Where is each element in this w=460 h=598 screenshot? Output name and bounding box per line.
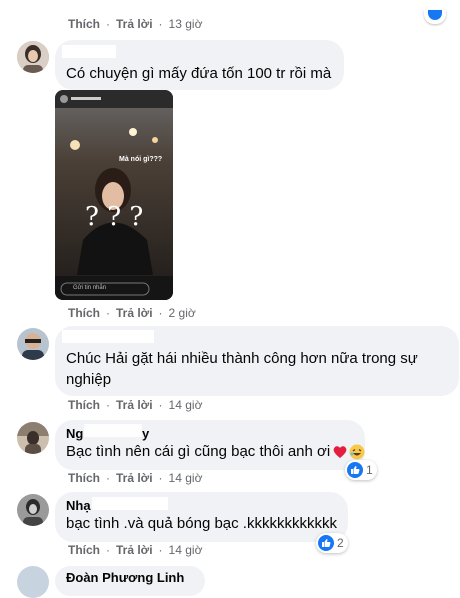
comment-text: bạc tình .và quả bóng bạc .kkkkkkkkkkkk: [66, 515, 337, 532]
reaction-count: 1: [366, 463, 373, 477]
separator: ·: [158, 543, 163, 557]
comment-time[interactable]: 14 giờ: [169, 471, 203, 485]
reaction-badge[interactable]: 2: [316, 533, 348, 553]
comment-actions: Thích · Trả lời · 14 giờ: [68, 543, 202, 557]
like-link[interactable]: Thích: [68, 306, 100, 320]
commenter-name-part[interactable]: y: [142, 426, 149, 441]
reply-link[interactable]: Trả lời: [116, 471, 153, 485]
story-caption: Mà nói gì???: [119, 156, 163, 163]
reaction-badge-partial[interactable]: [424, 10, 446, 24]
laughing-emoji: [349, 444, 365, 460]
separator: ·: [106, 306, 110, 320]
separator: ·: [158, 471, 163, 485]
separator: ·: [158, 17, 163, 31]
like-link[interactable]: Thích: [68, 398, 100, 412]
reply-link[interactable]: Trả lời: [116, 398, 153, 412]
avatar-image: [17, 41, 49, 73]
comment-time[interactable]: 13 giờ: [169, 17, 203, 31]
like-reaction-icon: [318, 535, 334, 551]
comment-text: Có chuyện gì mấy đứa tốn 100 tr rồi mà: [66, 65, 332, 82]
avatar[interactable]: [17, 566, 49, 598]
top-comment-actions: Thích · Trả lời · 13 giờ: [68, 17, 202, 31]
redacted-name: [92, 497, 168, 510]
like-link[interactable]: Thích: [68, 17, 100, 31]
separator: ·: [106, 471, 110, 485]
avatar[interactable]: [17, 422, 49, 454]
comment-actions: Thích · Trả lời · 14 giờ: [68, 398, 202, 412]
reply-link[interactable]: Trả lời: [116, 543, 153, 557]
commenter-name-part[interactable]: Ng: [66, 426, 83, 441]
commenter-name[interactable]: Đoàn Phương Linh: [66, 570, 184, 585]
redacted-name: [62, 330, 154, 343]
commenter-name[interactable]: Nhạ: [66, 498, 91, 513]
avatar[interactable]: [17, 494, 49, 526]
reaction-count: 2: [337, 536, 344, 550]
separator: ·: [106, 398, 110, 412]
comment-time[interactable]: 14 giờ: [169, 398, 203, 412]
story-doodle: ? ? ?: [85, 202, 144, 232]
heart-emoji: [333, 446, 347, 458]
comment-text-line1: Chúc Hải gặt hái nhiều thành công hơn nữ…: [66, 350, 418, 367]
redacted-name: [62, 45, 116, 58]
like-link[interactable]: Thích: [68, 471, 100, 485]
reply-link[interactable]: Trả lời: [116, 306, 153, 320]
comment-time[interactable]: 2 giờ: [169, 306, 196, 320]
comment-time[interactable]: 14 giờ: [169, 543, 203, 557]
redacted-name-overlay: [84, 424, 142, 437]
comment-actions: Thích · Trả lời · 14 giờ: [68, 471, 202, 485]
separator: ·: [158, 398, 163, 412]
comment-text: Bạc tình nên cái gì cũng bạc thôi anh ơi: [66, 443, 331, 460]
separator: ·: [158, 306, 163, 320]
story-screenshot[interactable]: Mà nói gì??? ? ? ? Gửi tin nhắn: [55, 90, 173, 300]
like-reaction-icon: [347, 462, 363, 478]
avatar-image: [17, 422, 49, 454]
like-link[interactable]: Thích: [68, 543, 100, 557]
story-image: [55, 90, 173, 300]
separator: ·: [106, 17, 110, 31]
comment-actions: Thích · Trả lời · 2 giờ: [68, 306, 196, 320]
like-reaction-icon: [428, 10, 442, 20]
avatar-image: [17, 494, 49, 526]
comment-text-line2: nghiệp: [66, 371, 112, 388]
avatar-image: [17, 328, 49, 360]
avatar[interactable]: [17, 328, 49, 360]
reply-link[interactable]: Trả lời: [116, 17, 153, 31]
separator: ·: [106, 543, 110, 557]
avatar[interactable]: [17, 41, 49, 73]
story-reply-placeholder: Gửi tin nhắn: [73, 285, 107, 291]
reaction-badge[interactable]: 1: [345, 460, 377, 480]
